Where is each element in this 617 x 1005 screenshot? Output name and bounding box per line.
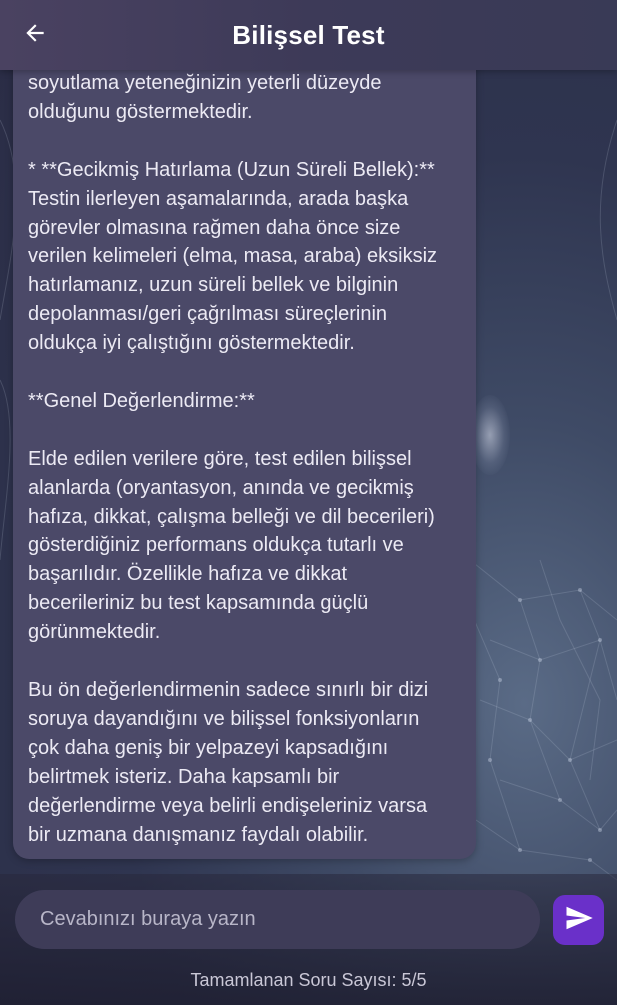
answer-input[interactable] [15, 890, 540, 949]
progress-counter: Tamamlanan Soru Sayısı: 5/5 [190, 970, 427, 990]
app-header: Bilişsel Test [0, 0, 617, 70]
message-line: soyutlama yeteneğinizin yeterli düzeyde [28, 72, 382, 94]
message-line: soruya dayandığını ve bilişsel fonksiyon… [28, 707, 420, 730]
message-line: başarılıdır. Özellikle hafıza ve dikkat [28, 563, 348, 586]
assistant-message-bubble: soyutlama yeteneğinizin yeterli düzeyde … [13, 40, 476, 859]
background-glow [470, 395, 510, 475]
message-line: gösterdiğiniz performans oldukça tutarlı… [28, 534, 404, 557]
message-line: hatırlamanız, uzun süreli bellek ve bilg… [28, 274, 399, 297]
message-line: çok daha geniş bir yelpazeyi kapsadığını [28, 736, 389, 759]
message-line: Elde edilen verilere göre, test edilen b… [28, 447, 412, 470]
message-line: Testin ilerleyen aşamalarında, arada baş… [28, 187, 409, 210]
message-line: Bu ön değerlendirmenin sadece sınırlı bi… [28, 678, 429, 701]
message-line: olduğunu göstermektedir. [28, 100, 253, 123]
page-title: Bilişsel Test [232, 20, 385, 50]
message-line: belirtmek isteriz. Daha kapsamlı bir [28, 765, 340, 788]
message-line: oldukça iyi çalıştığını göstermektedir. [28, 332, 355, 355]
message-line: hafıza, dikkat, çalışma belleği ve dil b… [28, 505, 435, 528]
message-line: **Genel Değerlendirme:** [28, 389, 255, 412]
message-line: değerlendirme veya belirli endişeleriniz… [28, 794, 428, 817]
message-line: depolanması/geri çağrılması süreçlerinin [28, 303, 388, 326]
message-line: bir uzmana danışmanız faydalı olabilir. [28, 823, 369, 846]
message-line: * **Gecikmiş Hatırlama (Uzun Süreli Bell… [28, 158, 435, 181]
app-screen: Bilişsel Test soyutlama yeteneğinizin ye… [0, 0, 617, 1005]
send-icon [564, 903, 594, 938]
message-text: soyutlama yeteneğinizin yeterli düzeyde … [28, 69, 468, 849]
message-line: becerileriniz bu test kapsamında güçlü [28, 592, 369, 615]
send-button[interactable] [553, 895, 604, 945]
message-line: verilen kelimeleri (elma, masa, araba) e… [28, 245, 438, 268]
message-line: görevler olmasına rağmen daha önce size [28, 216, 401, 239]
message-line: alanlarda (oryantasyon, anında ve gecikm… [28, 476, 414, 499]
message-line: görünmektedir. [28, 621, 161, 644]
